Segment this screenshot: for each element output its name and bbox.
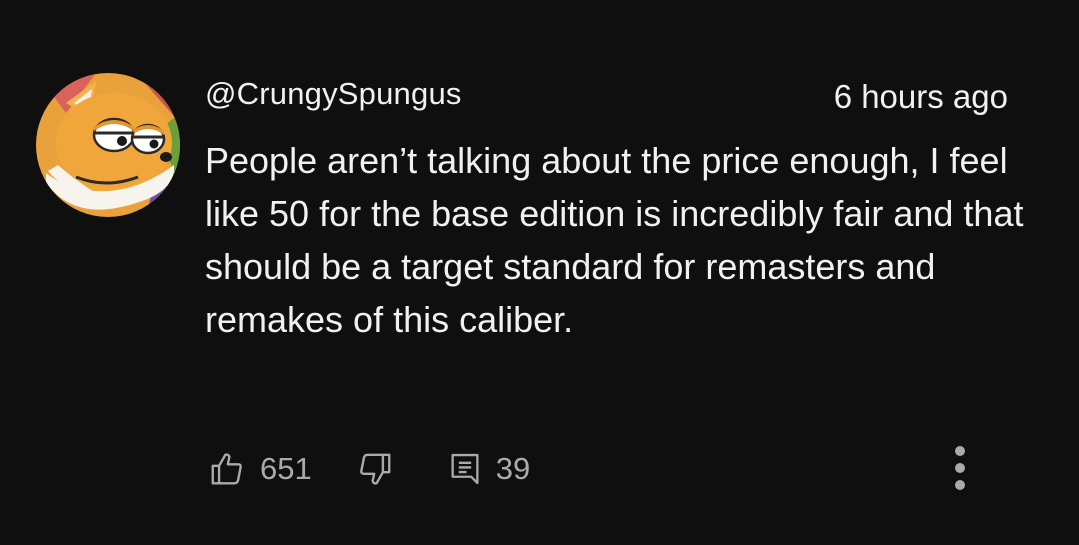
reply-button[interactable]: 39 [448,450,530,488]
comment-actions: 651 39 [208,447,530,491]
comment-timestamp: 6 hours ago [833,78,1008,115]
like-button[interactable]: 651 [208,450,312,488]
reply-icon [451,453,479,485]
more-vertical-icon [955,446,965,490]
comment-text: People aren’t talking about the price en… [205,140,1024,340]
avatar[interactable] [36,73,180,217]
like-count: 651 [260,451,312,486]
more-options-button[interactable] [946,440,974,496]
dislike-button[interactable] [356,450,394,488]
thumbs-up-icon [211,453,242,485]
comment-author[interactable]: @CrungySpungus [205,76,462,112]
comment: @CrungySpungus 6 hours ago People aren’t… [0,0,1079,545]
fox-avatar-icon [36,73,180,217]
thumbs-down-icon [359,453,391,485]
reply-count: 39 [495,451,531,486]
